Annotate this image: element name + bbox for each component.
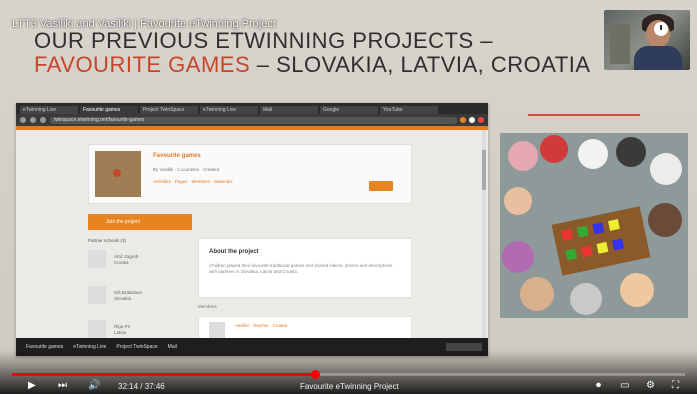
- back-icon: [20, 117, 26, 123]
- volume-icon[interactable]: 🔊: [88, 380, 100, 392]
- progress-played: [12, 373, 315, 376]
- partner-name: MŠ Bratislava: [114, 290, 142, 295]
- project-meta: By Vasiliki · 2 countries · Created: [153, 167, 220, 172]
- settings-icon[interactable]: ⚙: [646, 380, 655, 392]
- forward-icon: [30, 117, 36, 123]
- about-title: About the project: [209, 249, 259, 255]
- browser-urlbar: twinspace.etwinning.net/favourite-games: [16, 114, 488, 126]
- next-icon[interactable]: ⏭: [58, 380, 67, 392]
- subtitles-icon[interactable]: ▭: [620, 380, 629, 392]
- partners-heading: Partner schools (3): [88, 238, 127, 243]
- slide-heading-line1: OUR PREVIOUS ETWINNING PROJECTS –: [34, 28, 493, 53]
- partner-name: Vrtić Zagreb: [114, 254, 139, 259]
- partner-country: Slovakia: [114, 296, 132, 301]
- video-player[interactable]: LTT3 Vasiliki and Vasiliki | Favourite e…: [0, 0, 697, 394]
- time-display: 32:14 / 37:46: [118, 382, 165, 391]
- browser-tab: Google: [320, 106, 378, 114]
- play-icon[interactable]: ▶: [28, 380, 36, 392]
- partner-country: Croatia: [114, 260, 129, 265]
- current-time: 32:14: [118, 382, 139, 391]
- extension-icon: [478, 117, 484, 123]
- members-label: Members: [198, 304, 217, 309]
- partner-country: Latvia: [114, 330, 127, 335]
- browser-url: twinspace.etwinning.net/favourite-games: [50, 116, 457, 124]
- join-project-button: Join the project: [88, 214, 192, 230]
- project-thumbnail: [95, 151, 141, 197]
- browser-tab: YouTube: [380, 106, 438, 114]
- browser-tabbar: eTwinning Live Favourite games Project T…: [16, 103, 488, 114]
- player-controls: ▶ ⏭ 🔊 32:14 / 37:46 Favourite eTwinning …: [0, 378, 697, 394]
- member-card: Vasiliki · Teacher · Croatia: [198, 316, 412, 338]
- partner-name: Riga PII: [114, 324, 131, 329]
- extension-icon: [469, 117, 475, 123]
- slide-heading-line2: FAVOURITE GAMES – SLOVAKIA, LATVIA, CROA…: [34, 52, 591, 78]
- chapter-title[interactable]: Favourite eTwinning Project: [300, 382, 399, 391]
- progress-bar[interactable]: [12, 370, 685, 379]
- partner-logo: [88, 286, 106, 304]
- project-links: Activities · Pages · Members · Materials: [153, 179, 233, 184]
- partner-logo: [88, 320, 106, 338]
- partner-logo: [88, 250, 106, 268]
- twinspace-page: Favourite games By Vasiliki · 2 countrie…: [16, 130, 488, 338]
- page-scrollbar: [482, 130, 486, 338]
- about-project-card: About the project Children played their …: [198, 238, 412, 298]
- browser-tab: eTwinning Live: [200, 106, 258, 114]
- browser-tab: eTwinning Live: [20, 106, 78, 114]
- partner-item: Riga PII Latvia: [88, 320, 188, 338]
- browser-tab: Mail: [260, 106, 318, 114]
- slide-heading-rest: – SLOVAKIA, LATVIA, CROATIA: [250, 52, 591, 77]
- partner-item: MŠ Bratislava Slovakia: [88, 286, 188, 308]
- slide-heading-accent: FAVOURITE GAMES: [34, 52, 251, 77]
- project-card: Favourite games By Vasiliki · 2 countrie…: [88, 144, 412, 204]
- member-avatar: [209, 322, 225, 338]
- duration: 37:46: [144, 382, 165, 391]
- reload-icon: [40, 117, 46, 123]
- game-board: [551, 206, 651, 276]
- extension-icon: [460, 117, 466, 123]
- member-text: Vasiliki · Teacher · Croatia: [235, 323, 288, 328]
- about-text: Children played their favourite traditio…: [209, 263, 393, 274]
- browser-tab: Favourite games: [80, 106, 138, 114]
- webcam-overlay: [604, 10, 690, 70]
- autoplay-toggle-icon[interactable]: ⏺: [596, 380, 601, 392]
- slide-divider: [528, 114, 640, 116]
- project-title: Favourite games: [153, 153, 201, 159]
- project-action-button: [369, 181, 393, 191]
- children-playing-photo: [500, 133, 688, 318]
- embedded-browser-screenshot: eTwinning Live Favourite games Project T…: [16, 103, 488, 356]
- clock-icon[interactable]: [654, 22, 668, 36]
- browser-tab: Project TwinSpace: [140, 106, 198, 114]
- fullscreen-icon[interactable]: ⛶: [672, 380, 679, 392]
- partner-item: Vrtić Zagreb Croatia: [88, 250, 188, 272]
